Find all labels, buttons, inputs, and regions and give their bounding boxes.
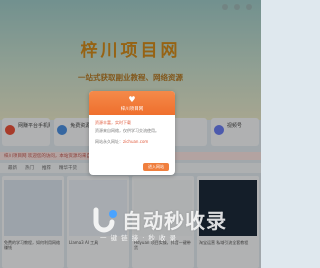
enter-site-button[interactable]: 进入网站: [143, 163, 169, 171]
watermark-title: 自动秒收录: [122, 209, 227, 233]
modal-highlight: 资源丰富，实时下载: [95, 120, 131, 125]
heart-icon: ♥: [128, 95, 136, 104]
modal-url-label: 网站永久网址：: [95, 139, 123, 144]
modal-title: 梓川项目网: [120, 107, 144, 112]
modal-url[interactable]: zichuan.com: [123, 139, 148, 144]
welcome-modal: ♥ 梓川项目网 资源丰富，实时下载 资源来自网络，仅供学习交流使用。 网站永久网…: [89, 91, 175, 175]
modal-url-line: 网站永久网址：zichuan.com: [95, 139, 169, 145]
modal-text: 资源来自网络，仅供学习交流使用。: [95, 127, 159, 133]
watermark: 自动秒收录 一 键 链 接 · 秒 收 录: [86, 204, 261, 244]
modal-body: 资源丰富，实时下载 资源来自网络，仅供学习交流使用。 网站永久网址：zichua…: [89, 115, 175, 145]
modal-header: ♥ 梓川项目网: [89, 91, 175, 115]
watermark-subtitle: 一 键 链 接 · 秒 收 录: [100, 234, 178, 242]
watermark-logo-icon: [93, 207, 117, 233]
